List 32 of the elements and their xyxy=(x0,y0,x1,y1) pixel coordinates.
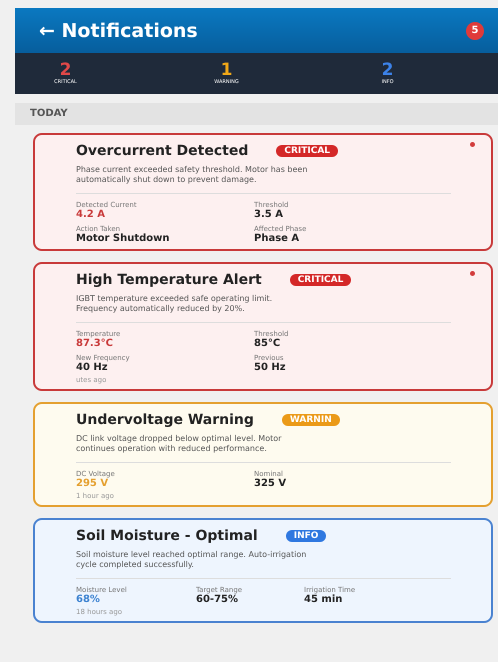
field-value: Motor Shutdown xyxy=(76,233,170,244)
severity-tag: INFO xyxy=(286,530,326,542)
severity-tag: CRITICAL xyxy=(276,145,338,157)
section-header: TODAY xyxy=(15,103,498,125)
field-value: 40 Hz xyxy=(76,362,108,373)
notification-message: IGBT temperature exceeded safe operating limit. Frequency automatically reduced by 20%. xyxy=(76,294,274,314)
field-value: 3.5 A xyxy=(254,209,283,220)
severity-tag: CRITICAL xyxy=(290,274,352,286)
summary-count: 1 xyxy=(220,62,232,79)
field-value: Phase A xyxy=(254,233,300,244)
notification-card[interactable] xyxy=(33,133,493,251)
field-value: 325 V xyxy=(254,478,286,489)
page-title: ← Notifications xyxy=(39,20,198,42)
field-value: 85°C xyxy=(254,338,280,349)
notification-title: Undervoltage Warning xyxy=(76,412,254,428)
field-value: 4.2 A xyxy=(76,209,105,220)
notification-title: High Temperature Alert xyxy=(76,272,262,288)
field-value: 45 min xyxy=(304,594,342,605)
field-value: 68% xyxy=(76,594,100,605)
notification-count-badge: 5 xyxy=(466,22,484,40)
field-value: 60-75% xyxy=(196,594,238,605)
notification-title: Overcurrent Detected xyxy=(76,143,248,159)
notification-title: Soil Moisture - Optimal xyxy=(76,528,258,544)
notification-message: Soil moisture level reached optimal range. Auto-irrigation cycle completed successfully. xyxy=(76,550,308,570)
severity-tag: WARNIN xyxy=(282,414,340,426)
field-value: 295 V xyxy=(76,478,108,489)
field-value: 50 Hz xyxy=(254,362,286,373)
notification-message: DC link voltage dropped below optimal level. Motor continues operation with reduced performance. xyxy=(76,434,282,454)
summary-count: 2 xyxy=(382,62,394,79)
notification-message: Phase current exceeded safety threshold. Motor has been automatically shut down to prevent damage. xyxy=(76,165,308,185)
summary-count: 2 xyxy=(60,62,72,79)
field-value: 87.3°C xyxy=(76,338,114,349)
